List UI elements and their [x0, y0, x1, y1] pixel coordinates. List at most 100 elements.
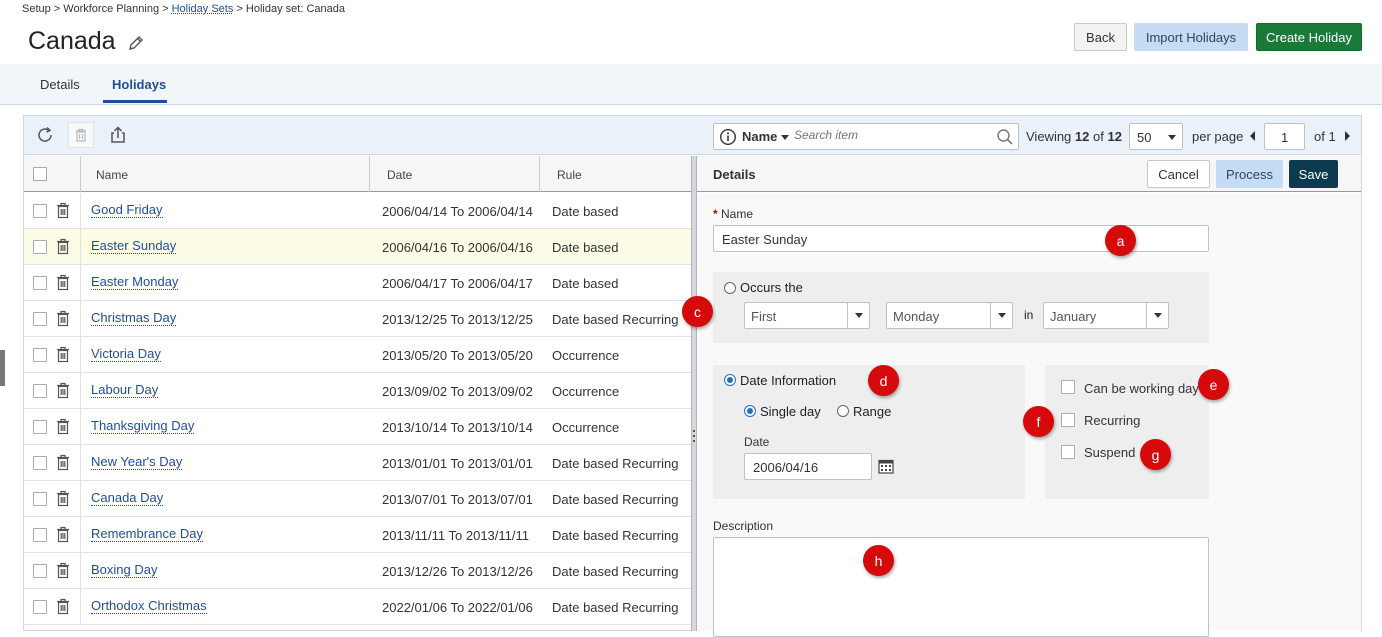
row-checkbox[interactable]	[33, 204, 47, 218]
holiday-rule: Date based	[552, 240, 619, 255]
back-button[interactable]: Back	[1074, 23, 1127, 51]
holiday-name-link[interactable]: Victoria Day	[91, 346, 161, 362]
row-checkbox[interactable]	[33, 528, 47, 542]
holiday-name-link[interactable]: Remembrance Day	[91, 526, 203, 542]
search-icon[interactable]	[996, 128, 1014, 146]
trash-icon[interactable]	[55, 490, 71, 507]
holiday-name-link[interactable]: New Year's Day	[91, 454, 183, 470]
row-checkbox[interactable]	[33, 600, 47, 614]
table-row[interactable]: Christmas Day 2013/12/25 To 2013/12/25 Dat…	[24, 301, 691, 337]
trash-icon[interactable]	[55, 202, 71, 219]
suspend-checkbox[interactable]	[1061, 445, 1075, 459]
row-checkbox[interactable]	[33, 276, 47, 290]
tab-holidays[interactable]: Holidays	[112, 77, 166, 92]
viewing-label: Viewing	[1026, 129, 1072, 144]
breadcrumb-link-holiday-sets[interactable]: Holiday Sets	[172, 3, 234, 15]
process-button[interactable]: Process	[1216, 160, 1283, 188]
import-holidays-button[interactable]: Import Holidays	[1134, 23, 1248, 51]
create-holiday-button[interactable]: Create Holiday	[1256, 23, 1362, 51]
trash-icon[interactable]	[55, 382, 71, 399]
holiday-date: 2022/01/06 To 2022/01/06	[382, 600, 533, 615]
trash-icon[interactable]	[55, 310, 71, 327]
refresh-icon[interactable]	[32, 122, 58, 148]
row-checkbox[interactable]	[33, 240, 47, 254]
month-select[interactable]: January	[1043, 302, 1169, 329]
row-checkbox[interactable]	[33, 456, 47, 470]
weekday-select[interactable]: Monday	[886, 302, 1013, 329]
table-row[interactable]: Labour Day 2013/09/02 To 2013/09/02 Occurr…	[24, 373, 691, 409]
search-input[interactable]	[794, 128, 984, 142]
row-checkbox[interactable]	[33, 312, 47, 326]
cancel-button[interactable]: Cancel	[1147, 160, 1210, 188]
holiday-name-link[interactable]: Easter Sunday	[91, 238, 177, 254]
export-icon[interactable]	[105, 122, 131, 148]
save-button[interactable]: Save	[1289, 160, 1338, 188]
side-collapse-handle[interactable]	[0, 350, 5, 386]
holiday-name-link[interactable]: Labour Day	[91, 382, 159, 398]
table-row[interactable]: Remembrance Day 2013/11/11 To 2013/11/11 D…	[24, 517, 691, 553]
search-field-caret-icon[interactable]	[781, 135, 789, 140]
info-icon[interactable]	[719, 128, 737, 146]
prev-page-icon[interactable]	[1249, 131, 1257, 141]
range-radio[interactable]	[837, 405, 849, 417]
can-be-working-day-checkbox[interactable]	[1061, 380, 1075, 394]
callout-marker-f: f	[1023, 406, 1054, 437]
table-row[interactable]: Easter Sunday 2006/04/16 To 2006/04/16 Dat…	[24, 229, 691, 265]
single-day-radio[interactable]	[744, 405, 756, 417]
holiday-name-link[interactable]: Thanksgiving Day	[91, 418, 195, 434]
table-row[interactable]: Orthodox Christmas 2022/01/06 To 2022/01/…	[24, 589, 691, 625]
table-row[interactable]: Good Friday 2006/04/14 To 2006/04/14 Date …	[24, 193, 691, 229]
can-be-working-day-label: Can be working day	[1084, 381, 1199, 396]
trash-icon[interactable]	[55, 526, 71, 543]
trash-icon[interactable]	[55, 418, 71, 435]
table-row[interactable]: Victoria Day 2013/05/20 To 2013/05/20 Occu…	[24, 337, 691, 373]
description-textarea[interactable]	[713, 537, 1209, 637]
table-row[interactable]: Boxing Day 2013/12/26 To 2013/12/26 Date b…	[24, 553, 691, 589]
holiday-name-link[interactable]: Easter Monday	[91, 274, 179, 290]
row-checkbox[interactable]	[33, 420, 47, 434]
date-information-radio[interactable]	[724, 374, 736, 386]
table-row[interactable]: Canada Day 2013/07/01 To 2013/07/01 Date b…	[24, 481, 691, 517]
table-row[interactable]: Easter Monday 2006/04/17 To 2006/04/17 Dat…	[24, 265, 691, 301]
column-header-date[interactable]: Date	[387, 168, 412, 182]
ordinal-select[interactable]: First	[744, 302, 870, 329]
holiday-date: 2013/01/01 To 2013/01/01	[382, 456, 533, 471]
column-header-rule[interactable]: Rule	[557, 168, 582, 182]
holiday-rule: Date based Recurring	[552, 312, 679, 327]
trash-icon[interactable]	[55, 274, 71, 291]
column-header-name[interactable]: Name	[96, 168, 128, 182]
trash-icon[interactable]	[55, 562, 71, 579]
row-checkbox[interactable]	[33, 564, 47, 578]
trash-icon[interactable]	[55, 454, 71, 471]
callout-marker-c: c	[682, 296, 713, 327]
trash-icon[interactable]	[55, 346, 71, 363]
page-size-select[interactable]: 50	[1129, 123, 1183, 150]
row-checkbox[interactable]	[33, 384, 47, 398]
search-field-selector[interactable]: Name	[742, 129, 777, 144]
holiday-name-link[interactable]: Good Friday	[91, 202, 163, 218]
row-checkbox[interactable]	[33, 348, 47, 362]
delete-disabled-icon	[68, 122, 94, 148]
calendar-icon[interactable]	[878, 458, 894, 474]
trash-icon[interactable]	[55, 598, 71, 615]
suspend-label: Suspend	[1084, 445, 1136, 460]
table-row[interactable]: Thanksgiving Day 2013/10/14 To 2013/10/14…	[24, 409, 691, 445]
holiday-name-link[interactable]: Orthodox Christmas	[91, 598, 207, 614]
holiday-name-link[interactable]: Christmas Day	[91, 310, 177, 326]
page-number-input[interactable]: 1	[1264, 123, 1305, 150]
occurs-the-label: Occurs the	[740, 280, 803, 295]
trash-icon[interactable]	[55, 238, 71, 255]
select-all-checkbox[interactable]	[33, 167, 47, 181]
table-row[interactable]: New Year's Day 2013/01/01 To 2013/01/01 Da…	[24, 445, 691, 481]
holiday-rule: Date based	[552, 276, 619, 291]
holiday-name-link[interactable]: Boxing Day	[91, 562, 158, 578]
holiday-name-link[interactable]: Canada Day	[91, 490, 164, 506]
recurring-checkbox[interactable]	[1061, 413, 1075, 427]
pencil-icon[interactable]	[126, 33, 146, 53]
row-checkbox[interactable]	[33, 492, 47, 506]
next-page-icon[interactable]	[1343, 131, 1351, 141]
description-label: Description	[713, 519, 774, 533]
date-input[interactable]: 2006/04/16	[744, 453, 872, 480]
occurs-the-radio[interactable]	[724, 282, 736, 294]
tab-details[interactable]: Details	[40, 77, 80, 92]
